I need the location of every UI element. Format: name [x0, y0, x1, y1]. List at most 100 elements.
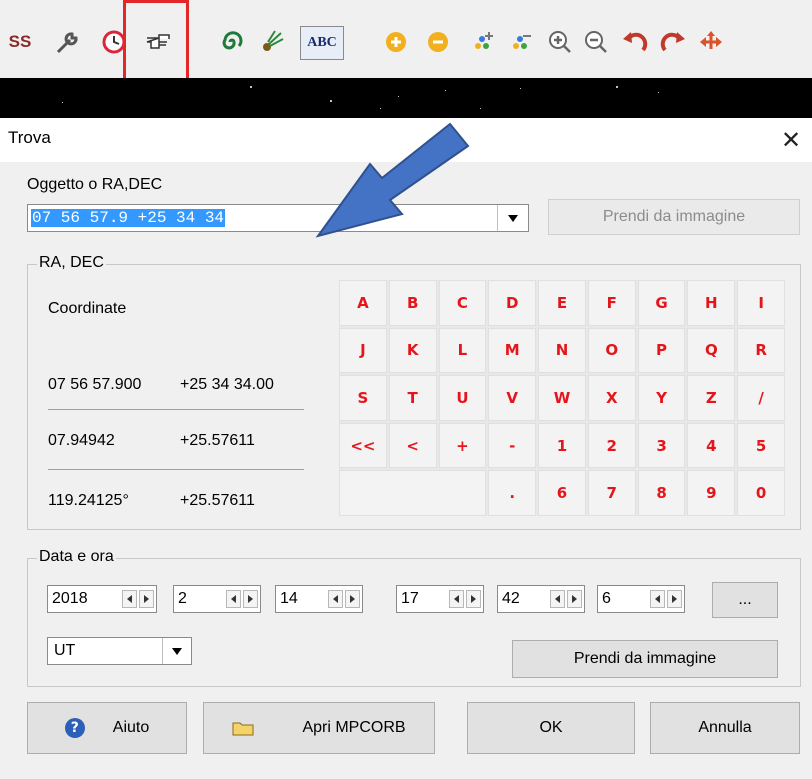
key-1[interactable]: 1	[538, 422, 586, 469]
help-button[interactable]: ? Aiuto	[27, 702, 187, 754]
key-2[interactable]: 2	[587, 422, 636, 469]
key-k[interactable]: K	[388, 327, 437, 374]
tools-icon[interactable]	[50, 20, 86, 64]
chevron-down-icon[interactable]	[497, 205, 528, 231]
ok-button[interactable]: OK	[467, 702, 635, 754]
magnify-minus-icon[interactable]	[580, 20, 612, 64]
magnify-plus-icon[interactable]	[544, 20, 576, 64]
day-spinner[interactable]: 14	[275, 585, 363, 613]
timezone-select[interactable]: UT	[47, 637, 192, 665]
redo-icon[interactable]	[656, 20, 690, 64]
key-t[interactable]: T	[388, 375, 437, 421]
key-o[interactable]: O	[587, 327, 636, 374]
key-8[interactable]: 8	[637, 470, 686, 516]
key-a[interactable]: A	[339, 280, 387, 326]
coordinate-label: Coordinate	[48, 300, 127, 317]
key-u[interactable]: U	[438, 375, 487, 421]
coord-dec-sexagesimal: +25 34 34.00	[180, 376, 274, 393]
key-h[interactable]: H	[687, 280, 736, 326]
open-mpcorb-button[interactable]: Apri MPCORB	[203, 702, 435, 754]
key-backspace[interactable]: <<	[339, 422, 387, 469]
zoom-plus-icon[interactable]	[380, 20, 412, 64]
key-y[interactable]: Y	[637, 375, 686, 421]
year-value: 2018	[52, 590, 88, 607]
key-3[interactable]: 3	[637, 422, 686, 469]
key-z[interactable]: Z	[687, 375, 736, 421]
more-options-button[interactable]: ...	[712, 582, 778, 618]
chevron-down-icon[interactable]	[162, 638, 191, 664]
key-7[interactable]: 7	[587, 470, 636, 516]
zoom-minus-icon[interactable]	[422, 20, 454, 64]
year-spinner[interactable]: 2018	[47, 585, 157, 613]
undo-icon[interactable]	[618, 20, 652, 64]
key-m[interactable]: M	[488, 327, 537, 374]
key-9[interactable]: 9	[687, 470, 736, 516]
get-from-image-button-bottom[interactable]: Prendi da immagine	[512, 640, 778, 678]
cancel-button[interactable]: Annulla	[650, 702, 800, 754]
comet-icon[interactable]	[254, 20, 290, 64]
chevron-left-icon[interactable]	[328, 590, 343, 608]
key-p[interactable]: P	[637, 327, 686, 374]
close-button[interactable]: ✕	[774, 122, 808, 158]
key-f[interactable]: F	[587, 280, 636, 326]
key-dot[interactable]: .	[488, 470, 537, 516]
help-button-label: Aiuto	[112, 719, 150, 736]
key-minus[interactable]: -	[488, 422, 537, 469]
chevron-right-icon[interactable]	[667, 590, 682, 608]
month-spinner[interactable]: 2	[173, 585, 261, 613]
key-slash[interactable]: /	[737, 375, 785, 421]
sky-view[interactable]	[0, 78, 812, 118]
chevron-left-icon[interactable]	[550, 590, 565, 608]
key-b[interactable]: B	[388, 280, 437, 326]
chevron-left-icon[interactable]	[226, 590, 241, 608]
separator	[48, 469, 304, 470]
highlight-box	[123, 0, 189, 84]
chevron-right-icon[interactable]	[567, 590, 582, 608]
key-4[interactable]: 4	[687, 422, 736, 469]
datetime-group-title: Data e ora	[37, 548, 116, 566]
chevron-right-icon[interactable]	[139, 590, 154, 608]
key-0[interactable]: 0	[737, 470, 785, 516]
key-6[interactable]: 6	[538, 470, 586, 516]
chevron-left-icon[interactable]	[650, 590, 665, 608]
key-plus[interactable]: +	[438, 422, 487, 469]
key-s[interactable]: S	[339, 375, 387, 421]
hour-spinner[interactable]: 17	[396, 585, 484, 613]
open-mpcorb-label: Apri MPCORB	[302, 719, 406, 736]
key-q[interactable]: Q	[687, 327, 736, 374]
key-x[interactable]: X	[587, 375, 636, 421]
annotation-arrow-icon	[315, 122, 470, 238]
remove-grid-icon[interactable]	[506, 20, 538, 64]
coord-dec-degrees: +25.57611	[180, 492, 255, 509]
galaxy-icon[interactable]	[214, 20, 250, 64]
radec-group-title: RA, DEC	[37, 254, 106, 272]
key-l[interactable]: L	[438, 327, 487, 374]
key-w[interactable]: W	[538, 375, 586, 421]
key-e[interactable]: E	[538, 280, 586, 326]
second-spinner[interactable]: 6	[597, 585, 685, 613]
chevron-left-icon[interactable]	[122, 590, 137, 608]
minute-spinner[interactable]: 42	[497, 585, 585, 613]
key-5[interactable]: 5	[737, 422, 785, 469]
key-n[interactable]: N	[538, 327, 586, 374]
key-i[interactable]: I	[737, 280, 785, 326]
key-less-than[interactable]: <	[388, 422, 437, 469]
chevron-left-icon[interactable]	[449, 590, 464, 608]
get-from-image-button-top[interactable]: Prendi da immagine	[548, 199, 800, 235]
key-r[interactable]: R	[737, 327, 785, 374]
coord-dec-decimal: +25.57611	[180, 432, 255, 449]
key-v[interactable]: V	[488, 375, 537, 421]
key-g[interactable]: G	[637, 280, 686, 326]
separator	[48, 409, 304, 410]
abc-icon[interactable]: ABC	[300, 26, 344, 60]
chevron-right-icon[interactable]	[345, 590, 360, 608]
key-c[interactable]: C	[438, 280, 487, 326]
key-d[interactable]: D	[488, 280, 537, 326]
chevron-right-icon[interactable]	[243, 590, 258, 608]
chevron-right-icon[interactable]	[466, 590, 481, 608]
add-grid-icon[interactable]	[468, 20, 500, 64]
key-j[interactable]: J	[339, 327, 387, 374]
timezone-value: UT	[54, 642, 76, 659]
move-arrows-icon[interactable]	[694, 20, 728, 64]
hour-value: 17	[401, 590, 419, 607]
